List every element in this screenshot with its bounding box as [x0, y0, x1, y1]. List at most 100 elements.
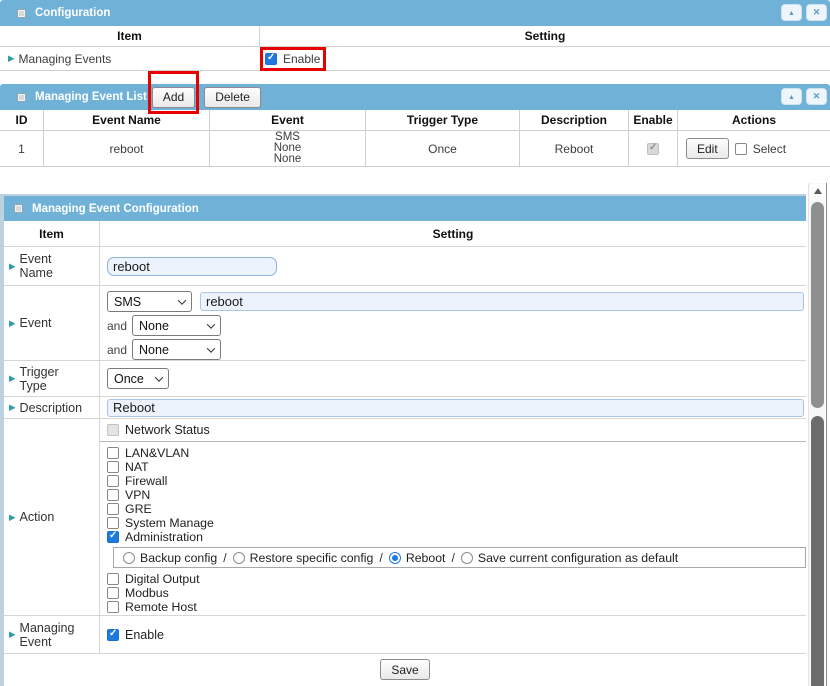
chevron-down-icon	[155, 373, 163, 381]
scroll-up-button[interactable]	[810, 184, 825, 199]
panel-collapse-icon	[17, 9, 26, 18]
event-name-label: Event Name	[20, 252, 53, 280]
radio-label: Backup config	[140, 551, 217, 565]
event-name-input[interactable]	[107, 257, 277, 276]
trigger-type-select[interactable]: Once	[107, 368, 169, 389]
column-setting: Setting	[100, 221, 806, 246]
event-and2-select[interactable]: None	[132, 339, 221, 360]
selected-value: SMS	[114, 295, 141, 309]
row-arrow-icon: ▶	[9, 318, 16, 329]
managing-event-label: Managing Event	[20, 621, 75, 649]
lan-vlan-checkbox[interactable]	[107, 447, 119, 459]
triangle-up-icon	[814, 188, 822, 194]
backup-config-radio[interactable]	[123, 552, 135, 564]
managing-events-row: ▶ Managing Events Enable	[0, 47, 830, 71]
and-label: and	[107, 319, 127, 333]
selected-value: None	[139, 343, 169, 357]
frame-border-line	[826, 183, 827, 686]
managing-event-enable-checkbox[interactable]	[107, 629, 119, 641]
column-actions: Actions	[678, 110, 830, 130]
save-button[interactable]: Save	[380, 659, 429, 680]
selected-value: None	[139, 319, 169, 333]
action-label: Action	[20, 510, 55, 524]
row-arrow-icon: ▶	[9, 402, 16, 413]
row-enable-checkbox	[647, 143, 659, 155]
vpn-checkbox[interactable]	[107, 489, 119, 501]
trigger-type-label: Trigger Type	[20, 365, 59, 393]
column-event-name: Event Name	[44, 110, 210, 130]
administration-checkbox[interactable]	[107, 531, 119, 543]
separator: /	[379, 551, 382, 565]
gre-checkbox[interactable]	[107, 503, 119, 515]
chevron-down-icon	[207, 344, 215, 352]
event-label: Event	[20, 316, 52, 330]
scrollbar-thumb-dark[interactable]	[811, 416, 824, 686]
scrollbar-thumb[interactable]	[811, 202, 824, 408]
triangle-up-icon: ▲	[788, 94, 795, 101]
collapse-button[interactable]: ▲	[781, 88, 802, 105]
column-item: Item	[0, 26, 260, 46]
and-label: and	[107, 343, 127, 357]
enable-label: Enable	[125, 628, 164, 642]
separator: /	[223, 551, 226, 565]
close-icon: ✕	[813, 7, 821, 17]
edit-button[interactable]: Edit	[686, 138, 729, 159]
select-checkbox[interactable]	[735, 143, 747, 155]
event-and1-select[interactable]: None	[132, 315, 221, 336]
digital-output-checkbox[interactable]	[107, 573, 119, 585]
close-icon: ✕	[813, 91, 821, 101]
modbus-checkbox[interactable]	[107, 587, 119, 599]
panel-title: Configuration	[35, 7, 110, 19]
event-config-panel-header: Managing Event Configuration	[4, 196, 806, 221]
cell-enable	[629, 131, 678, 166]
description-input[interactable]	[107, 399, 804, 417]
save-default-radio[interactable]	[461, 552, 473, 564]
event-value-input[interactable]	[200, 292, 804, 311]
firewall-checkbox[interactable]	[107, 475, 119, 487]
network-status-checkbox	[107, 424, 119, 436]
column-event: Event	[210, 110, 366, 130]
network-status-label: Network Status	[125, 423, 210, 437]
event-list-panel-header: Managing Event List Add Delete ▲ ✕	[0, 84, 830, 110]
add-button[interactable]: Add	[152, 87, 195, 108]
radio-label: Reboot	[406, 551, 446, 565]
managing-events-enable-checkbox[interactable]	[265, 53, 277, 65]
checkbox-label: Administration	[125, 530, 203, 544]
restore-config-radio[interactable]	[233, 552, 245, 564]
managing-event-row: ▶Managing Event Enable	[4, 616, 806, 654]
triangle-up-icon: ▲	[788, 10, 795, 17]
delete-button[interactable]: Delete	[204, 87, 261, 108]
enable-highlight: Enable	[265, 52, 320, 66]
chevron-down-icon	[178, 296, 186, 304]
save-row: Save	[4, 654, 806, 685]
panel-title: Managing Event Configuration	[32, 203, 199, 215]
add-highlight: Add	[152, 87, 195, 108]
reboot-radio[interactable]	[389, 552, 401, 564]
panel-collapse-icon	[17, 93, 26, 102]
column-id: ID	[0, 110, 44, 130]
checkbox-label: Firewall	[125, 474, 167, 488]
close-button[interactable]: ✕	[806, 88, 827, 105]
event-config-panel: Managing Event Configuration Item Settin…	[0, 194, 806, 686]
collapse-button[interactable]: ▲	[781, 4, 802, 21]
nat-checkbox[interactable]	[107, 461, 119, 473]
managing-events-label: Managing Events	[19, 52, 112, 66]
remote-host-checkbox[interactable]	[107, 601, 119, 613]
configuration-table-header: Item Setting	[0, 26, 830, 47]
row-arrow-icon: ▶	[8, 53, 15, 64]
column-trigger-type: Trigger Type	[366, 110, 520, 130]
radio-label: Restore specific config	[250, 551, 374, 565]
enable-label: Enable	[283, 52, 320, 66]
checkbox-label: VPN	[125, 488, 150, 502]
column-enable: Enable	[629, 110, 678, 130]
close-button[interactable]: ✕	[806, 4, 827, 21]
checkbox-label: Remote Host	[125, 600, 197, 614]
scrollbar[interactable]	[808, 183, 825, 686]
event-config-table-header: Item Setting	[4, 221, 806, 247]
event-type-select[interactable]: SMS	[107, 291, 192, 312]
row-arrow-icon: ▶	[9, 373, 16, 384]
radio-label: Save current configuration as default	[478, 551, 678, 565]
checkbox-label: Digital Output	[125, 572, 200, 586]
system-manage-checkbox[interactable]	[107, 517, 119, 529]
checkbox-label: GRE	[125, 502, 152, 516]
